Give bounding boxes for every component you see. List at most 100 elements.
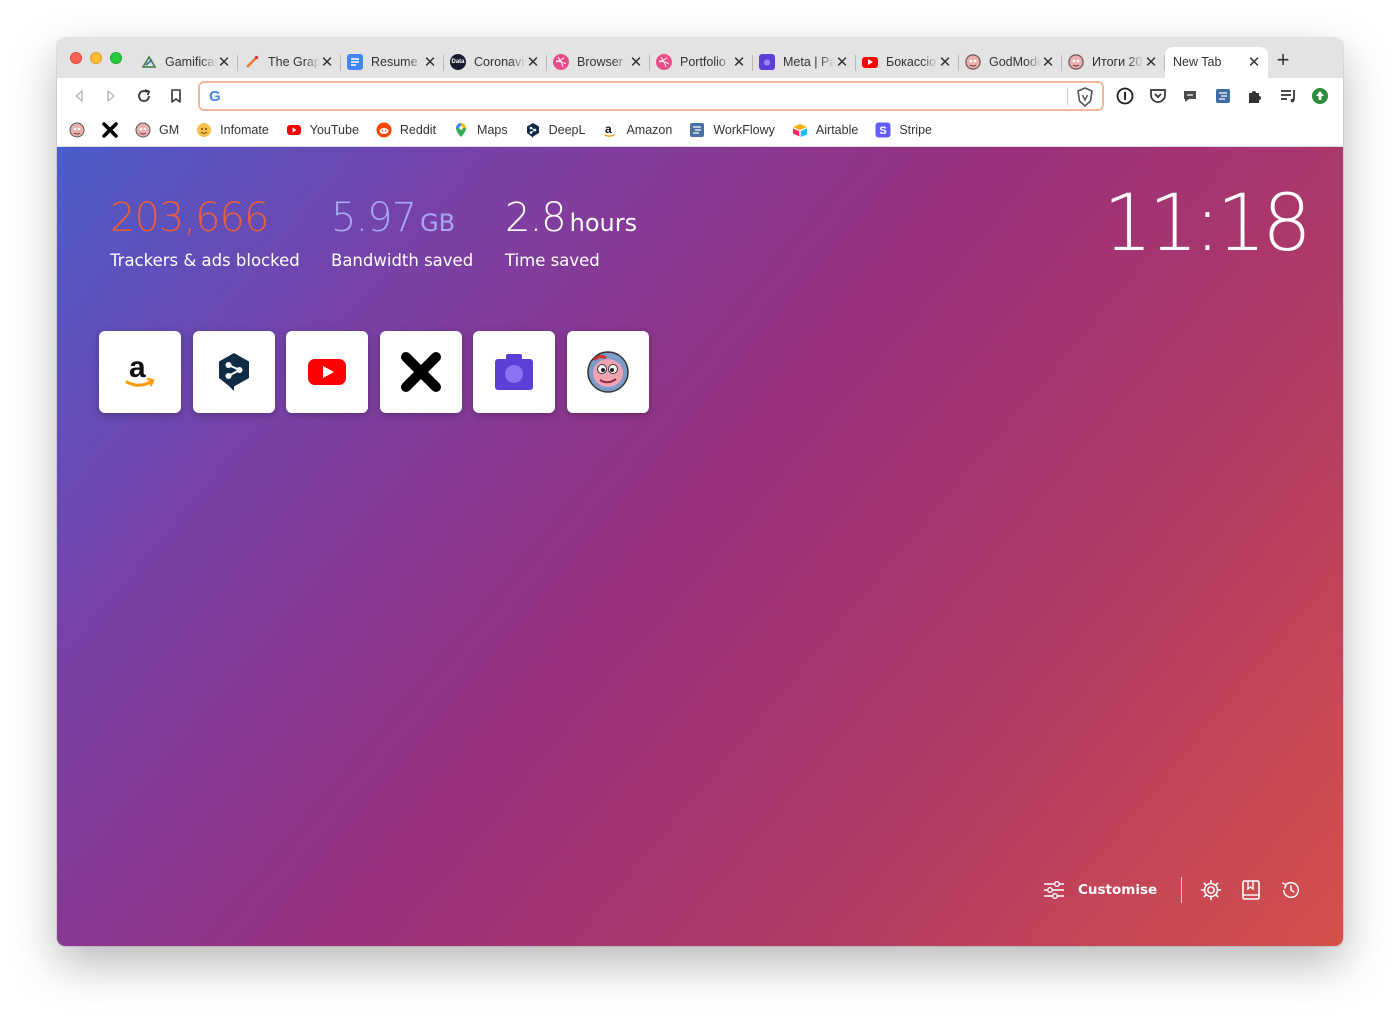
- docs-icon: [347, 54, 363, 70]
- top-site-avatar[interactable]: [566, 331, 649, 413]
- top-site-deepl[interactable]: [192, 331, 275, 413]
- reload-button[interactable]: [134, 86, 154, 106]
- tab-bokaccio[interactable]: Бокаccio ✕: [856, 47, 959, 77]
- bookmark-infomate[interactable]: Infomate: [196, 119, 269, 141]
- address-input[interactable]: [230, 86, 1050, 106]
- footer-divider: [1181, 877, 1183, 903]
- tab-title: Итоги 2020: [1092, 55, 1144, 69]
- camera-icon: [759, 54, 775, 70]
- tab-coronavirus[interactable]: Data Coronavirus ✕: [444, 47, 547, 77]
- top-site-camera[interactable]: [473, 331, 555, 413]
- x-mark-icon: [102, 122, 118, 138]
- bookmark-label: DeepL: [548, 123, 586, 137]
- bookmark-amazon[interactable]: a Amazon: [602, 119, 672, 141]
- back-arrow-icon: [75, 90, 83, 102]
- zoom-window-button[interactable]: [110, 52, 122, 64]
- minimize-window-button[interactable]: [90, 52, 102, 64]
- bookmark-reddit[interactable]: Reddit: [376, 119, 436, 141]
- avatar-icon: [1068, 54, 1084, 70]
- close-tab-icon[interactable]: ✕: [1040, 53, 1056, 71]
- chat-extension-icon[interactable]: [1181, 87, 1199, 105]
- update-available-icon[interactable]: [1311, 87, 1329, 105]
- amazon-icon: a: [125, 352, 155, 387]
- dribbble-icon: [656, 54, 672, 70]
- bookmark-workflowy[interactable]: WorkFlowy: [689, 119, 775, 141]
- avatar-icon: [135, 122, 151, 138]
- bandwidth-unit: GB: [420, 209, 456, 237]
- tab-meta[interactable]: Meta | Paris ✕: [753, 47, 856, 77]
- bookmark-youtube[interactable]: YouTube: [286, 119, 359, 141]
- close-tab-icon[interactable]: ✕: [628, 53, 644, 71]
- time-unit: hours: [569, 209, 638, 237]
- bookmark-maps[interactable]: Maps: [453, 119, 508, 141]
- bookmark-label: Amazon: [626, 123, 673, 137]
- tab-title: GodMode: [989, 55, 1041, 69]
- tab-title: The Graph: [268, 55, 320, 69]
- bookmarks-book-icon[interactable]: [1240, 879, 1262, 901]
- bookmark-item[interactable]: [69, 119, 85, 141]
- close-tab-icon[interactable]: ✕: [834, 53, 850, 71]
- tab-resume[interactable]: Resume ✕: [341, 47, 444, 77]
- time-label: Time saved: [505, 251, 600, 270]
- history-clock-icon[interactable]: [1280, 879, 1302, 901]
- close-tab-icon[interactable]: ✕: [1143, 53, 1159, 71]
- bookmark-label: Reddit: [399, 123, 437, 137]
- address-bar[interactable]: G: [198, 81, 1104, 111]
- new-tab-page: 203,666 Trackers & ads blocked 5.97 GB Ba…: [57, 147, 1343, 946]
- time-value: 2.8: [505, 195, 567, 241]
- reading-list-icon[interactable]: [1279, 87, 1297, 105]
- tab-title: Portfolio: [680, 55, 726, 69]
- close-tab-icon[interactable]: ✕: [1246, 53, 1262, 71]
- close-tab-icon[interactable]: ✕: [937, 53, 953, 71]
- tab-browser[interactable]: Browser ✕: [547, 47, 650, 77]
- bookmark-stripe[interactable]: S Stripe: [875, 119, 932, 141]
- bookmark-icon: [171, 89, 181, 103]
- stripe-icon: S: [875, 122, 891, 138]
- deepl-icon: [525, 122, 541, 138]
- close-window-button[interactable]: [70, 52, 82, 64]
- tab-title: Meta | Paris: [783, 55, 835, 69]
- tab-portfolio[interactable]: Portfolio ✕: [650, 47, 753, 77]
- trackers-count: 203,666: [110, 195, 269, 241]
- close-tab-icon[interactable]: ✕: [216, 53, 232, 71]
- tab-the-graph[interactable]: The Graph ✕: [238, 47, 341, 77]
- google-icon: G: [209, 88, 221, 105]
- close-tab-icon[interactable]: ✕: [525, 53, 541, 71]
- tab-itogi[interactable]: Итоги 2020 ✕: [1062, 47, 1165, 77]
- bookmark-airtable[interactable]: Airtable: [792, 119, 858, 141]
- close-tab-icon[interactable]: ✕: [319, 53, 335, 71]
- youtube-icon: [286, 122, 302, 138]
- tab-godmode[interactable]: GodMode ✕: [959, 47, 1062, 77]
- top-site-amazon[interactable]: a: [99, 331, 181, 413]
- youtube-icon: [308, 359, 346, 385]
- airtable-icon: [792, 122, 808, 138]
- footer-controls: Customise: [1043, 875, 1320, 905]
- top-site-x[interactable]: [379, 331, 462, 413]
- tab-gamification[interactable]: Gamification ✕: [135, 47, 238, 77]
- back-button[interactable]: [69, 86, 89, 106]
- workflowy-extension-icon[interactable]: [1214, 87, 1232, 105]
- bandwidth-label: Bandwidth saved: [331, 251, 474, 270]
- extensions-puzzle-icon[interactable]: [1246, 87, 1264, 105]
- brave-shield-icon[interactable]: [1076, 87, 1094, 107]
- close-tab-icon[interactable]: ✕: [422, 53, 438, 71]
- reload-icon: [138, 89, 151, 102]
- forward-button[interactable]: [101, 86, 121, 106]
- bookmark-deepl[interactable]: DeepL: [525, 119, 586, 141]
- customise-button[interactable]: Customise: [1078, 882, 1157, 898]
- tab-new-tab[interactable]: New Tab ✕: [1165, 47, 1268, 82]
- tab-list: Gamification ✕ The Graph ✕ Resume ✕ Data…: [135, 47, 1268, 82]
- tab-title: Resume: [371, 55, 418, 69]
- close-tab-icon[interactable]: ✕: [731, 53, 747, 71]
- new-tab-button[interactable]: +: [1273, 49, 1293, 71]
- bookmark-button[interactable]: [166, 86, 186, 106]
- top-site-youtube[interactable]: [286, 331, 368, 413]
- settings-gear-icon[interactable]: [1200, 879, 1222, 901]
- pocket-icon[interactable]: [1149, 87, 1167, 105]
- bookmark-gm[interactable]: GM: [135, 119, 179, 141]
- customise-sliders-icon[interactable]: [1043, 879, 1065, 901]
- onepassword-icon[interactable]: [1116, 87, 1134, 105]
- bookmark-item[interactable]: [102, 119, 118, 141]
- clock: 11:18: [1103, 179, 1312, 269]
- svg-text:S: S: [880, 125, 887, 137]
